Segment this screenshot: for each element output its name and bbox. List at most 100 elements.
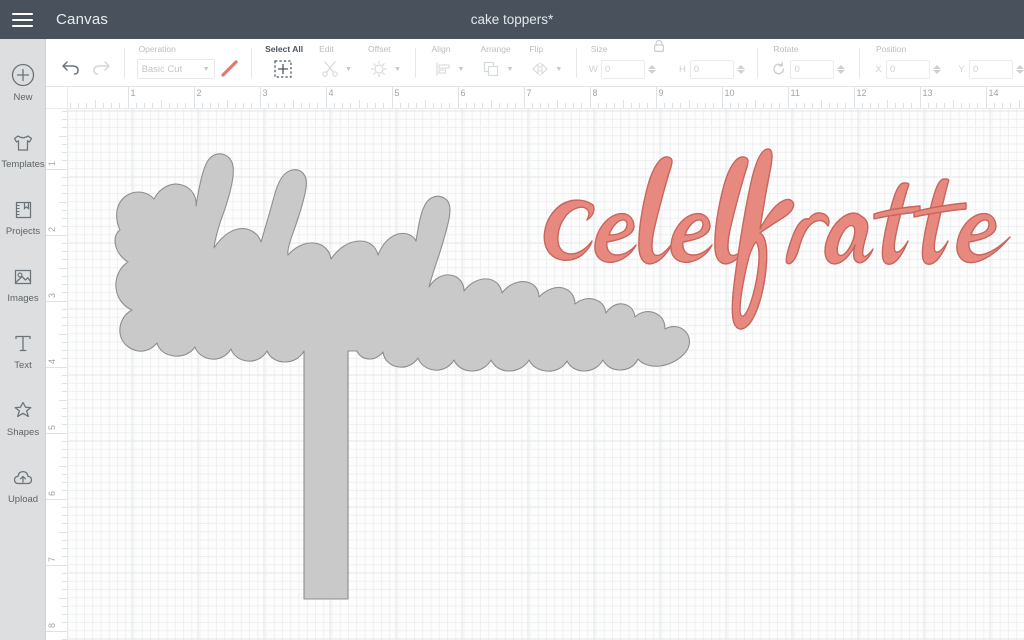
arrange-chevron-down-icon[interactable]: ▼ <box>506 66 513 73</box>
ruler-tick <box>350 103 351 108</box>
align-chevron-down-icon[interactable]: ▼ <box>458 66 465 73</box>
height-input[interactable] <box>690 60 734 79</box>
ruler-tick <box>994 103 995 108</box>
ruler-tick <box>276 103 277 108</box>
size-lock-toggle[interactable] <box>652 38 666 59</box>
size-width-field[interactable]: W <box>589 60 656 79</box>
width-stepper[interactable] <box>648 65 656 74</box>
redo-button[interactable] <box>88 55 114 81</box>
ruler-tick <box>62 490 67 491</box>
offset-button[interactable] <box>366 56 392 82</box>
pencil-stroke-icon <box>219 58 241 80</box>
design-canvas[interactable] <box>68 109 1024 640</box>
ruler-tick <box>62 383 67 384</box>
ruler-tick <box>284 103 285 108</box>
align-left-icon <box>433 59 453 79</box>
ruler-tick <box>573 103 574 108</box>
sidebar-item-images[interactable]: Images <box>0 250 46 317</box>
vertical-ruler[interactable]: 12345678 <box>46 109 68 640</box>
ruler-tick <box>62 185 67 186</box>
ruler-tick <box>136 103 137 108</box>
x-label: X <box>874 64 883 75</box>
select-all-button[interactable] <box>270 56 296 82</box>
rotate-field[interactable] <box>771 60 845 79</box>
sidebar-item-templates[interactable]: Templates <box>0 116 46 183</box>
height-stepper[interactable] <box>737 65 745 74</box>
ruler-label-v: 7 <box>47 556 57 561</box>
undo-button[interactable] <box>58 55 84 81</box>
operation-select[interactable]: Basic Cut ▼ <box>137 59 215 79</box>
sidebar-item-text[interactable]: Text <box>0 317 46 384</box>
operation-color-swatch[interactable] <box>219 58 241 80</box>
sidebar-item-new[interactable]: New <box>0 49 46 116</box>
sidebar-item-upload[interactable]: Upload <box>0 451 46 518</box>
horizontal-ruler[interactable]: 1234567891011121314 <box>68 87 1024 109</box>
ruler-tick <box>62 424 67 425</box>
canvas-object-celebrate-script-text[interactable] <box>544 149 1010 329</box>
ruler-tick <box>359 100 360 108</box>
size-group: Size W H <box>577 39 745 87</box>
ruler-tick <box>920 87 921 108</box>
ruler-tick <box>103 103 104 108</box>
ruler-tick <box>62 160 67 161</box>
top-header-bar: Canvas <box>0 0 1024 39</box>
ruler-tick <box>62 548 67 549</box>
ruler-tick <box>656 87 657 108</box>
ruler-tick <box>46 235 67 236</box>
canvas-object-celebrate-offset-backing[interactable] <box>115 154 690 599</box>
ruler-tick <box>169 103 170 108</box>
ruler-tick <box>251 103 252 108</box>
offset-chevron-down-icon[interactable]: ▼ <box>394 66 401 73</box>
ruler-tick <box>46 169 67 170</box>
ruler-tick <box>977 103 978 108</box>
ruler-label-h: 11 <box>791 88 800 98</box>
ruler-tick <box>59 334 67 335</box>
flip-chevron-down-icon[interactable]: ▼ <box>555 66 562 73</box>
left-sidebar: New Templates Projects Images <box>0 39 46 640</box>
ruler-tick <box>755 100 756 108</box>
align-label: Align <box>430 44 465 55</box>
ruler-tick <box>862 103 863 108</box>
y-stepper[interactable] <box>1016 65 1024 74</box>
hamburger-line <box>12 13 33 15</box>
ruler-label-h: 8 <box>593 88 598 98</box>
x-input[interactable] <box>886 60 930 79</box>
cloud-upload-icon <box>9 464 37 492</box>
ruler-label-h: 12 <box>857 88 867 98</box>
rotate-stepper[interactable] <box>837 65 845 74</box>
ruler-tick <box>301 103 302 108</box>
ruler-tick <box>62 358 67 359</box>
ruler-tick <box>821 100 822 108</box>
flip-button[interactable] <box>527 56 553 82</box>
ruler-tick <box>829 103 830 108</box>
size-height-field[interactable]: H <box>678 60 745 79</box>
align-button[interactable] <box>430 56 456 82</box>
ruler-tick <box>342 103 343 108</box>
flip-icon <box>529 59 551 79</box>
tshirt-icon <box>9 129 37 157</box>
hamburger-menu-icon[interactable] <box>0 0 44 39</box>
rotate-input[interactable] <box>790 60 834 79</box>
y-label: Y <box>957 64 966 75</box>
sidebar-item-shapes[interactable]: Shapes <box>0 384 46 451</box>
x-stepper[interactable] <box>933 65 941 74</box>
y-input[interactable] <box>969 60 1013 79</box>
ruler-tick <box>62 474 67 475</box>
ruler-tick <box>62 581 67 582</box>
ruler-tick <box>738 103 739 108</box>
edit-button[interactable] <box>317 56 343 82</box>
ruler-tick <box>746 103 747 108</box>
position-y-field[interactable]: Y <box>957 60 1024 79</box>
ruler-tick <box>689 100 690 108</box>
edit-chevron-down-icon[interactable]: ▼ <box>345 66 352 73</box>
ruler-tick <box>383 103 384 108</box>
ruler-tick <box>144 103 145 108</box>
select-all-group: Select All <box>251 39 303 87</box>
position-x-field[interactable]: X <box>874 60 941 79</box>
ruler-tick <box>334 103 335 108</box>
ruler-tick <box>293 100 294 108</box>
width-input[interactable] <box>601 60 645 79</box>
scissors-icon <box>320 59 340 79</box>
sidebar-item-projects[interactable]: Projects <box>0 183 46 250</box>
arrange-button[interactable] <box>478 56 504 82</box>
